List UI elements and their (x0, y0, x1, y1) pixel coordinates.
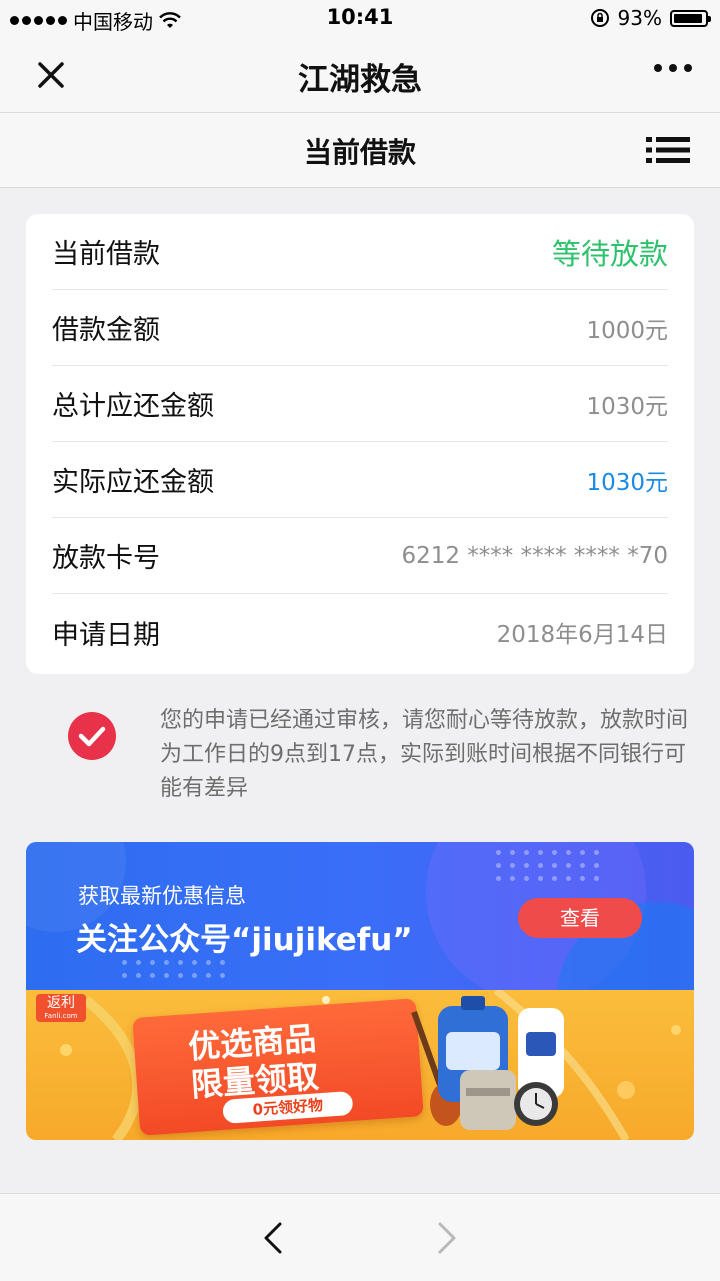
list-icon[interactable] (646, 135, 690, 165)
row-card-number: 放款卡号 6212 **** **** **** *70 (52, 518, 668, 594)
row-label: 借款金额 (52, 315, 160, 346)
card-number-value: 6212 **** **** **** *70 (401, 542, 668, 569)
sub-title: 当前借款 (303, 136, 416, 169)
banner-title: 关注公众号“jiujikefu” (76, 922, 413, 958)
row-label: 实际应还金额 (52, 467, 214, 498)
row-label: 总计应还金额 (52, 391, 214, 422)
apply-date-value: 2018年6月14日 (496, 622, 668, 648)
page-title: 江湖救急 (298, 62, 422, 98)
view-button[interactable]: 查看 (518, 898, 642, 938)
fanli-logo-text: 返利 (47, 995, 75, 1011)
banner-dots (496, 850, 600, 881)
row-loan-status: 当前借款 等待放款 (52, 214, 668, 290)
row-label: 放款卡号 (52, 543, 160, 574)
bottom-nav (0, 1193, 720, 1281)
total-repay-value: 1030元 (586, 393, 668, 420)
row-loan-amount: 借款金额 1000元 (52, 290, 668, 366)
promo-banner[interactable]: 返利 Fanli.com 优选商品 限量领取 0元领好物 (26, 990, 694, 1140)
battery-fill (674, 13, 702, 23)
banner-dots (122, 960, 226, 978)
notice-text: 您的申请已经通过审核，请您耐心等待放款，放款时间为工作日的9点到17点，实际到账… (160, 708, 689, 801)
products-illustration (411, 996, 564, 1130)
chevron-right-icon[interactable] (428, 1218, 464, 1258)
fanli-logo-sub: Fanli.com (44, 1012, 78, 1020)
fanli-logo: 返利 Fanli.com (36, 994, 86, 1022)
banner-subtitle: 获取最新优惠信息 (78, 884, 246, 908)
chevron-left-icon[interactable] (256, 1218, 292, 1258)
status-bar: 中国移动 10:41 93% (0, 0, 720, 38)
check-circle-icon (68, 712, 116, 760)
row-label: 当前借款 (52, 239, 160, 270)
rotation-lock-icon (590, 9, 609, 27)
sub-header: 当前借款 (0, 113, 720, 188)
battery-percent: 93% (617, 6, 662, 30)
loan-card: 当前借款 等待放款 借款金额 1000元 总计应还金额 1030元 实际应还金额… (26, 214, 694, 674)
title-bar: 江湖救急 (0, 38, 720, 113)
loan-amount-value: 1000元 (586, 317, 668, 344)
more-icon[interactable] (654, 64, 692, 72)
promo-card: 优选商品 限量领取 0元领好物 (132, 998, 424, 1136)
row-total-repay: 总计应还金额 1030元 (52, 366, 668, 442)
wechat-banner[interactable]: 获取最新优惠信息 关注公众号“jiujikefu” 查看 (26, 842, 694, 990)
loan-status-value: 等待放款 (551, 236, 668, 271)
approval-notice: 您的申请已经通过审核，请您耐心等待放款，放款时间为工作日的9点到17点，实际到账… (26, 704, 694, 814)
battery-icon (670, 9, 711, 27)
row-label: 申请日期 (52, 619, 160, 651)
actual-repay-value: 1030元 (586, 469, 668, 496)
row-apply-date: 申请日期 2018年6月14日 (52, 594, 668, 670)
row-actual-repay: 实际应还金额 1030元 (52, 442, 668, 518)
close-icon[interactable] (28, 52, 74, 98)
status-right: 93% (590, 6, 711, 30)
